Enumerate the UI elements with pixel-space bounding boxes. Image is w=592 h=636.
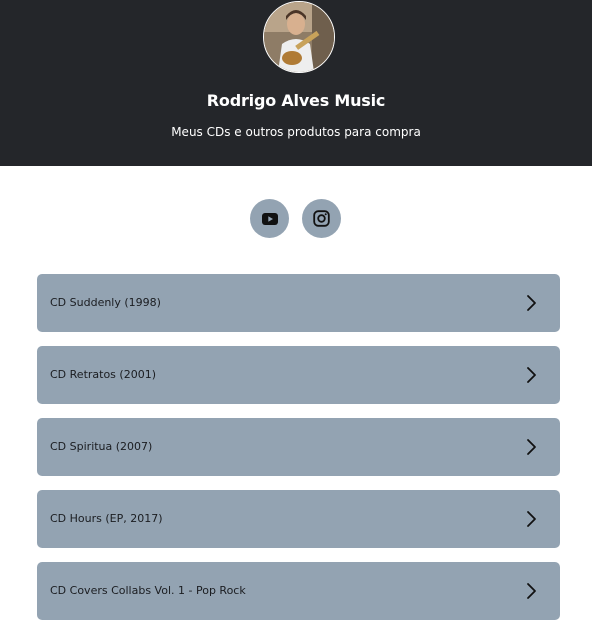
chevron-right-icon bbox=[527, 439, 536, 455]
link-label: CD Retratos (2001) bbox=[50, 368, 156, 381]
link-card-covers-collabs[interactable]: CD Covers Collabs Vol. 1 - Pop Rock bbox=[37, 562, 560, 620]
chevron-right-icon bbox=[527, 367, 536, 383]
link-card-retratos[interactable]: CD Retratos (2001) bbox=[37, 346, 560, 404]
avatar bbox=[263, 1, 335, 73]
profile-header: Rodrigo Alves Music Meus CDs e outros pr… bbox=[0, 0, 592, 166]
link-card-hours[interactable]: CD Hours (EP, 2017) bbox=[37, 490, 560, 548]
link-list: CD Suddenly (1998) CD Retratos (2001) CD… bbox=[37, 274, 560, 634]
link-card-suddenly[interactable]: CD Suddenly (1998) bbox=[37, 274, 560, 332]
link-card-spiritua[interactable]: CD Spiritua (2007) bbox=[37, 418, 560, 476]
link-label: CD Suddenly (1998) bbox=[50, 296, 161, 309]
chevron-right-icon bbox=[527, 511, 536, 527]
link-label: CD Hours (EP, 2017) bbox=[50, 512, 163, 525]
youtube-button[interactable] bbox=[250, 199, 289, 238]
instagram-button[interactable] bbox=[302, 199, 341, 238]
link-label: CD Covers Collabs Vol. 1 - Pop Rock bbox=[50, 584, 246, 597]
chevron-right-icon bbox=[527, 295, 536, 311]
youtube-icon bbox=[261, 212, 278, 225]
avatar-photo bbox=[264, 2, 334, 72]
profile-description: Meus CDs e outros produtos para compra bbox=[171, 125, 421, 139]
profile-name: Rodrigo Alves Music bbox=[206, 91, 386, 110]
chevron-right-icon bbox=[527, 583, 536, 599]
instagram-icon bbox=[313, 210, 330, 227]
link-label: CD Spiritua (2007) bbox=[50, 440, 153, 453]
